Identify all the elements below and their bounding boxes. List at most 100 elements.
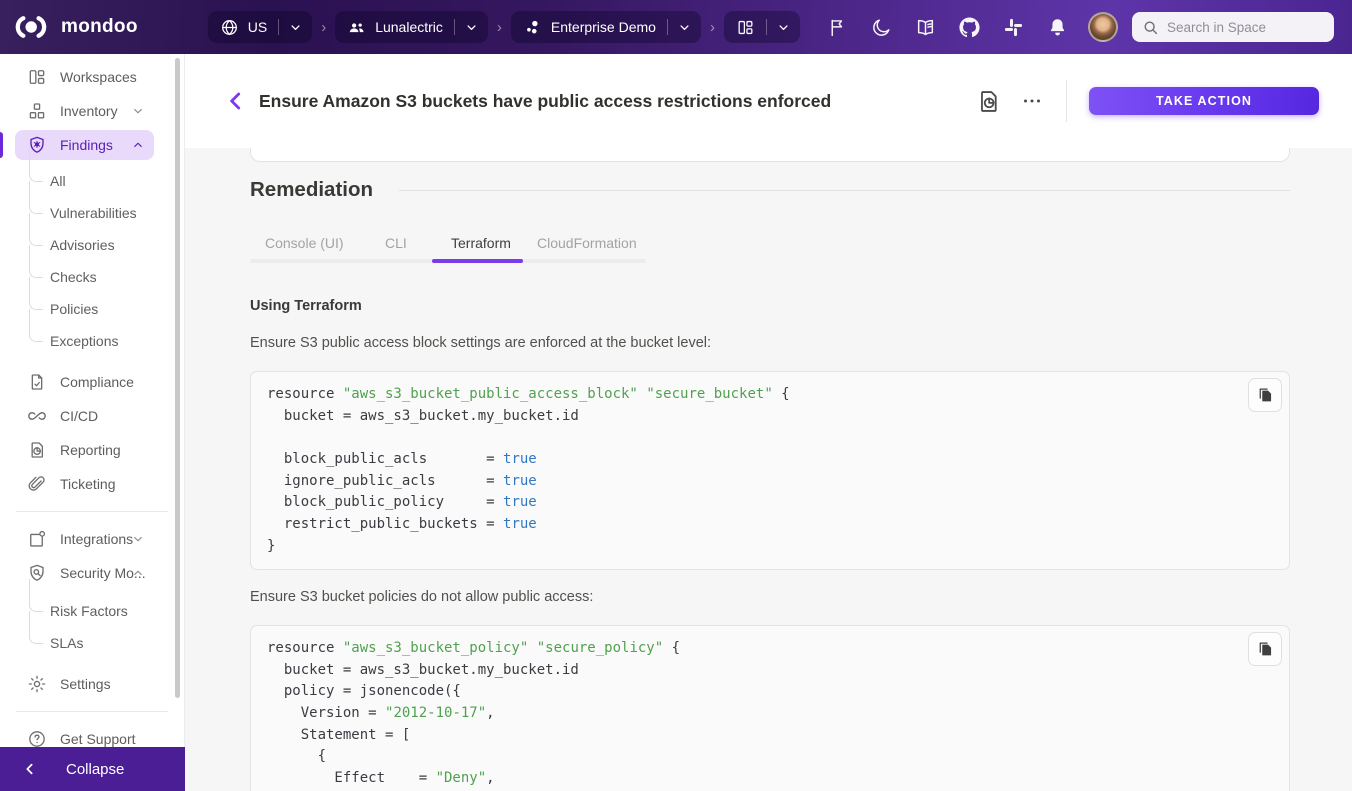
sidebar-item-integrations[interactable]: Integrations xyxy=(0,522,184,556)
code-content[interactable]: resource "aws_s3_bucket_policy" "secure_… xyxy=(251,626,1289,791)
top-bar: mondoo US›Lunalectric›Enterprise Demo› xyxy=(0,0,1352,54)
sidebar-item-label: Advisories xyxy=(50,237,115,253)
code-line xyxy=(267,427,1273,449)
chevron-down-icon[interactable] xyxy=(776,20,791,35)
copy-icon xyxy=(1255,639,1275,659)
sidebar-item-ticketing[interactable]: Ticketing xyxy=(0,467,184,501)
tab-terraform[interactable]: Terraform xyxy=(451,235,511,251)
copy-code-button[interactable] xyxy=(1248,632,1282,666)
sidebar-item-compliance[interactable]: Compliance xyxy=(0,365,184,399)
sidebar-scrollbar[interactable] xyxy=(175,58,180,698)
sidebar-item-exceptions[interactable]: Exceptions xyxy=(0,325,184,357)
team-icon xyxy=(347,18,366,37)
back-button[interactable] xyxy=(223,88,249,114)
sidebar-item-label: Settings xyxy=(60,676,111,692)
remediation-section-header: Remediation xyxy=(250,178,1290,202)
github-icon[interactable] xyxy=(959,17,980,38)
workspaces-icon xyxy=(27,67,47,87)
page-content: Remediation Console (UI) CLI Terraform Clou… xyxy=(185,148,1352,791)
chevron-left-icon xyxy=(22,761,38,777)
tab-console-ui[interactable]: Console (UI) xyxy=(265,235,344,251)
chevron-down-icon[interactable] xyxy=(464,20,479,35)
previous-card-bottom xyxy=(250,148,1290,162)
sidebar-item-risk-factors[interactable]: Risk Factors xyxy=(0,595,184,627)
space-icon xyxy=(523,18,542,37)
sidebar-item-slas[interactable]: SLAs xyxy=(0,627,184,659)
sidebar-item-label: Checks xyxy=(50,269,97,285)
chevron-up-icon[interactable] xyxy=(131,566,145,580)
tab-cloudformation[interactable]: CloudFormation xyxy=(537,235,637,251)
code-line: { xyxy=(267,746,1273,768)
sidebar-item-label: CI/CD xyxy=(60,408,98,424)
context-chip-label: Lunalectric xyxy=(375,19,443,35)
notifications-icon[interactable] xyxy=(1047,17,1068,38)
more-options-icon[interactable] xyxy=(1020,89,1044,113)
search-input[interactable] xyxy=(1167,20,1324,35)
breadcrumb-separator: › xyxy=(321,19,326,36)
sidebar-item-label: Workspaces xyxy=(60,69,137,85)
code-block-bucket-policy: resource "aws_s3_bucket_policy" "secure_… xyxy=(250,625,1290,791)
search-icon xyxy=(1142,19,1159,36)
report-icon[interactable] xyxy=(975,88,1002,115)
mondoo-logo[interactable]: mondoo xyxy=(15,15,138,39)
code-line: block_public_acls = true xyxy=(267,449,1273,471)
docs-icon[interactable] xyxy=(915,17,936,38)
context-chip-lunalectric[interactable]: Lunalectric xyxy=(335,11,488,43)
copy-code-button[interactable] xyxy=(1248,378,1282,412)
active-nav-indicator xyxy=(0,132,3,158)
sidebar-item-label: Inventory xyxy=(60,103,118,119)
sidebar-item-label: Exceptions xyxy=(50,333,118,349)
brand-name: mondoo xyxy=(61,16,138,38)
code-line: policy = jsonencode({ xyxy=(267,681,1273,703)
chevron-down-icon[interactable] xyxy=(131,104,145,118)
sidebar-item-inventory[interactable]: Inventory xyxy=(0,94,184,128)
code-line: resource "aws_s3_bucket_policy" "secure_… xyxy=(267,638,1273,660)
chevron-down-icon[interactable] xyxy=(288,20,303,35)
code-line: block_public_policy = true xyxy=(267,492,1273,514)
integrations-icon xyxy=(27,529,47,549)
chevron-down-icon[interactable] xyxy=(131,532,145,546)
sidebar-item-all[interactable]: All xyxy=(0,165,184,197)
context-breadcrumbs: US›Lunalectric›Enterprise Demo› xyxy=(208,11,800,43)
instruction-text: Ensure S3 public access block settings a… xyxy=(250,335,711,351)
chevron-down-icon[interactable] xyxy=(677,20,692,35)
sidebar-item-vulnerabilities[interactable]: Vulnerabilities xyxy=(0,197,184,229)
sidebar-item-ci-cd[interactable]: CI/CD xyxy=(0,399,184,433)
chevron-up-icon[interactable] xyxy=(131,138,145,152)
sidebar-item-policies[interactable]: Policies xyxy=(0,293,184,325)
context-chip-enterprise-demo[interactable]: Enterprise Demo xyxy=(511,11,701,43)
sidebar-item-workspaces[interactable]: Workspaces xyxy=(0,60,184,94)
slack-icon[interactable] xyxy=(1003,17,1024,38)
header-actions: TAKE ACTION xyxy=(975,80,1352,122)
sidebar-item-security-mo[interactable]: Security Mo... xyxy=(0,556,184,590)
code-line: bucket = aws_s3_bucket.my_bucket.id xyxy=(267,406,1273,428)
mondoo-logo-icon xyxy=(15,15,52,39)
settings-icon xyxy=(27,674,47,694)
sidebar-item-advisories[interactable]: Advisories xyxy=(0,229,184,261)
context-chip-workspace[interactable] xyxy=(724,11,800,43)
page-title: Ensure Amazon S3 buckets have public acc… xyxy=(259,91,831,112)
flag-icon[interactable] xyxy=(827,17,848,38)
sidebar-item-label: Ticketing xyxy=(60,476,116,492)
sidebar-item-reporting[interactable]: Reporting xyxy=(0,433,184,467)
code-content[interactable]: resource "aws_s3_bucket_public_access_bl… xyxy=(251,372,1289,570)
user-avatar[interactable] xyxy=(1088,12,1118,42)
collapse-label: Collapse xyxy=(66,761,124,778)
tab-cli[interactable]: CLI xyxy=(385,235,407,251)
sidebar-item-label: Findings xyxy=(60,137,113,153)
workspace-grid-icon xyxy=(736,18,755,37)
sidebar-divider xyxy=(16,511,168,512)
sidebar: Workspaces Inventory Findings AllVulnerabil… xyxy=(0,54,185,791)
dark-mode-icon[interactable] xyxy=(871,17,892,38)
code-line: bucket = aws_s3_bucket.my_bucket.id xyxy=(267,660,1273,682)
compliance-icon xyxy=(27,372,47,392)
topbar-right xyxy=(827,12,1334,42)
sidebar-item-label: Compliance xyxy=(60,374,134,390)
take-action-button[interactable]: TAKE ACTION xyxy=(1089,87,1319,115)
sidebar-item-settings[interactable]: Settings xyxy=(0,667,184,701)
sidebar-item-label: Risk Factors xyxy=(50,603,128,619)
sidebar-item-checks[interactable]: Checks xyxy=(0,261,184,293)
context-chip-us[interactable]: US xyxy=(208,11,312,43)
collapse-button[interactable]: Collapse xyxy=(0,747,185,791)
space-search[interactable] xyxy=(1132,12,1334,42)
